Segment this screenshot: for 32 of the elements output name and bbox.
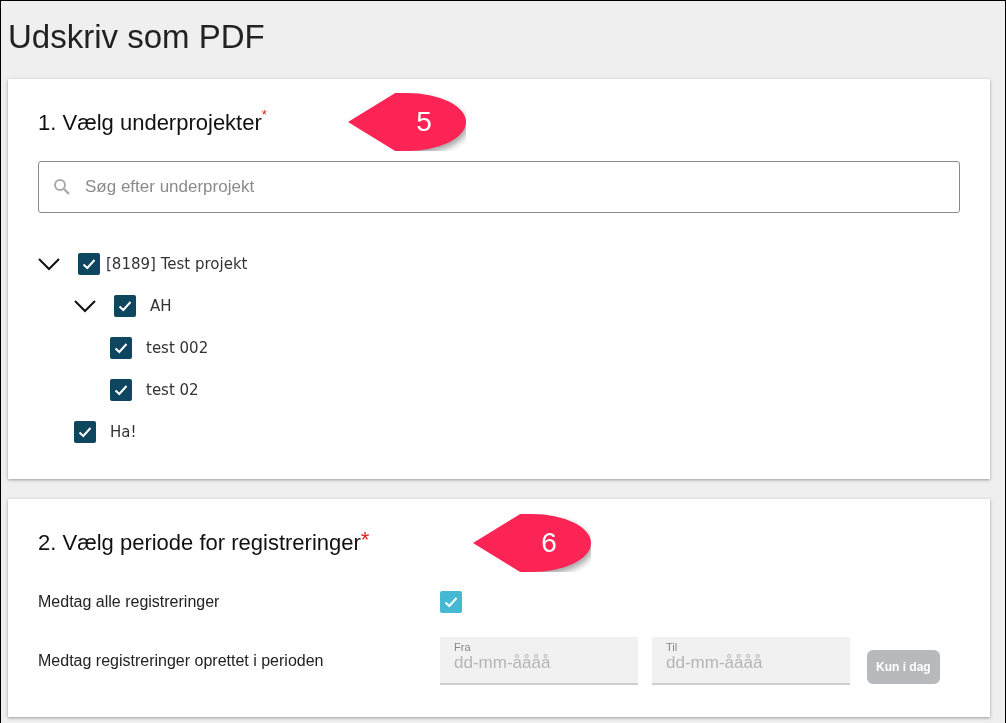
checkmark-icon — [82, 258, 96, 270]
required-mark: * — [261, 107, 267, 122]
checkbox[interactable] — [114, 295, 136, 317]
option-label: Medtag registreringer oprettet i perioden — [38, 652, 325, 670]
required-mark: * — [360, 527, 370, 552]
search-field[interactable]: Søg efter underprojekt — [38, 161, 960, 213]
checkbox[interactable] — [74, 421, 96, 443]
field-label: Til — [666, 641, 679, 653]
caret-icon[interactable] — [38, 257, 60, 271]
checkbox[interactable] — [78, 253, 100, 275]
option-label: Medtag alle registreringer — [38, 593, 221, 611]
field-label: Fra — [454, 641, 472, 653]
checkbox[interactable] — [110, 337, 132, 359]
callout-pin: 6 — [473, 514, 591, 572]
section-heading: 2. Vælg periode for registreringer — [38, 529, 361, 557]
tree-item-label: AH — [150, 297, 172, 315]
search-icon — [53, 178, 70, 195]
tree-item-label: test 002 — [146, 339, 209, 357]
tree-item-label: [8189] Test projekt — [106, 255, 248, 273]
checkmark-icon — [78, 426, 92, 438]
tree-item-label: test 02 — [146, 381, 199, 399]
checkbox[interactable] — [440, 591, 462, 613]
section-heading: 1. Vælg underprojekter — [38, 109, 262, 137]
checkmark-icon — [444, 596, 458, 608]
tree-item-label: Ha! — [110, 423, 137, 441]
callout-pin: 5 — [348, 93, 466, 151]
checkmark-icon — [114, 384, 128, 396]
checkmark-icon — [114, 342, 128, 354]
page-title: Udskriv som PDF — [8, 17, 266, 57]
checkbox[interactable] — [110, 379, 132, 401]
checkmark-icon — [118, 300, 132, 312]
caret-icon[interactable] — [74, 299, 96, 313]
